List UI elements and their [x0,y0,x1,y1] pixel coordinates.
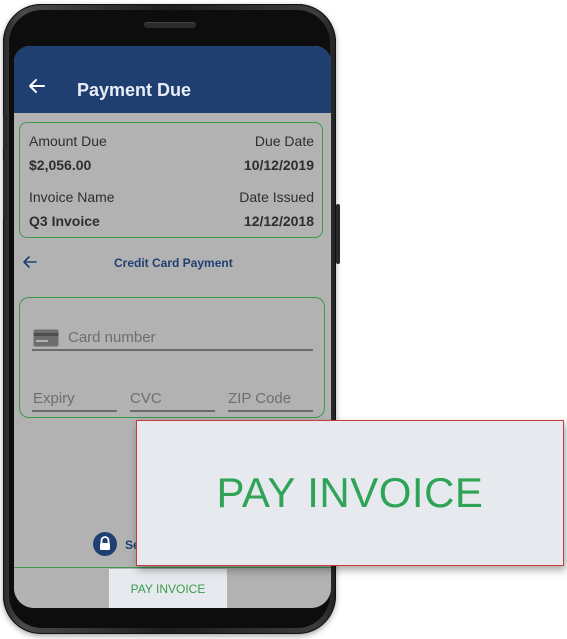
expiry-input[interactable]: Expiry [33,390,75,407]
cvc-input[interactable]: CVC [130,390,162,407]
card-form: Card number Expiry CVC ZIP Code [19,297,325,418]
phone-speaker [144,22,196,28]
due-date-value: 10/12/2019 [243,157,314,173]
app-bar: Payment Due [14,46,331,113]
pay-invoice-callout-label: PAY INVOICE [216,469,484,516]
zip-code-underline [228,410,313,412]
lock-icon [93,532,117,556]
expiry-underline [32,410,117,412]
invoice-name-label: Invoice Name [29,189,115,205]
date-issued-label: Date Issued [239,189,314,205]
amount-due-value: $2,056.00 [29,157,92,173]
back-arrow-icon[interactable] [27,76,47,96]
pay-invoice-button[interactable]: PAY INVOICE [109,569,227,608]
date-issued-value: 12/12/2018 [243,213,314,229]
volume-up-button [3,114,7,150]
page-title: Payment Due [77,80,192,100]
power-button [336,204,340,264]
volume-down-button [3,159,7,219]
pay-invoice-callout[interactable]: PAY INVOICE [136,420,564,566]
invoice-summary-card: Amount Due $2,056.00 Due Date 10/12/2019… [19,122,323,238]
zip-code-input[interactable]: ZIP Code [228,390,291,407]
payment-back-icon[interactable] [22,255,38,269]
due-date-label: Due Date [254,133,314,149]
credit-card-icon [33,329,59,347]
card-number-input[interactable]: Card number [68,329,156,346]
card-number-underline [32,349,313,351]
credit-card-payment-title: Credit Card Payment [114,256,233,270]
cvc-underline [130,410,215,412]
amount-due-label: Amount Due [29,133,107,149]
invoice-name-value: Q3 Invoice [29,213,100,229]
